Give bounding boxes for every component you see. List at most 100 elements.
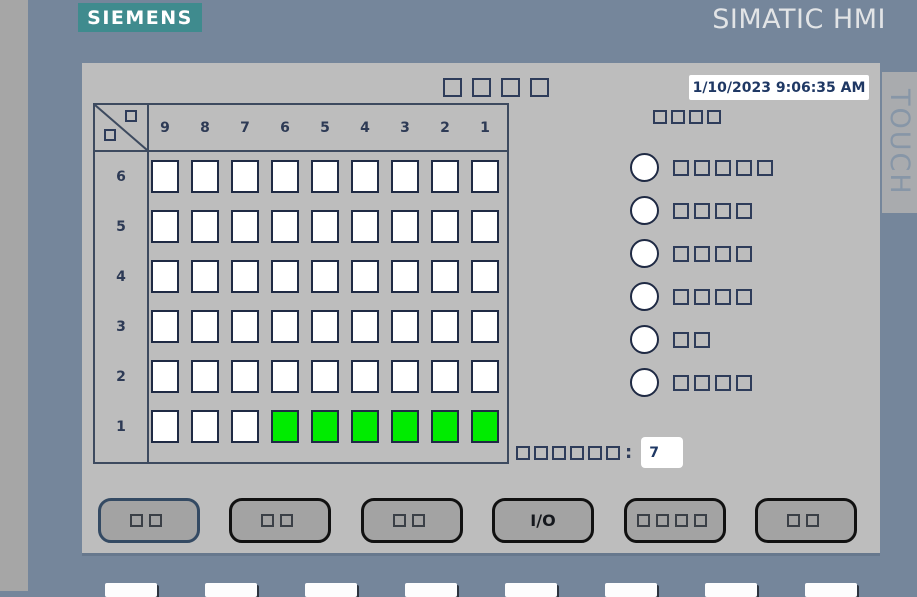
grid-cell[interactable] <box>431 260 459 293</box>
grid-cell[interactable] <box>391 160 419 193</box>
hmi-button[interactable] <box>361 498 463 543</box>
grid-cell[interactable] <box>311 210 339 243</box>
grid-cell[interactable] <box>271 160 299 193</box>
tofu-glyph <box>673 246 689 262</box>
grid-cell[interactable] <box>231 360 259 393</box>
grid-cell[interactable] <box>151 260 179 293</box>
grid-cell[interactable] <box>391 410 419 443</box>
hmi-button[interactable]: I/O <box>492 498 594 543</box>
grid-header-divider <box>95 150 507 152</box>
grid-cell[interactable] <box>151 160 179 193</box>
grid-cell[interactable] <box>271 410 299 443</box>
tofu-glyph <box>443 78 462 97</box>
grid-cell[interactable] <box>231 410 259 443</box>
grid-cell[interactable] <box>191 260 219 293</box>
radio-lamp[interactable] <box>630 196 659 225</box>
function-key[interactable] <box>605 583 657 597</box>
legend-heading <box>653 110 725 124</box>
grid-cell[interactable] <box>311 260 339 293</box>
function-key[interactable] <box>305 583 357 597</box>
grid-cell[interactable] <box>191 210 219 243</box>
grid-cell[interactable] <box>311 410 339 443</box>
function-key[interactable] <box>205 583 257 597</box>
grid-cell[interactable] <box>191 160 219 193</box>
grid-cell[interactable] <box>391 210 419 243</box>
grid-cell[interactable] <box>151 310 179 343</box>
legend-item <box>630 368 757 397</box>
grid-cell[interactable] <box>351 360 379 393</box>
grid-row-header: 5 <box>95 210 147 243</box>
grid-cell[interactable] <box>311 310 339 343</box>
grid-cell[interactable] <box>391 310 419 343</box>
radio-lamp[interactable] <box>630 239 659 268</box>
grid-cell[interactable] <box>351 310 379 343</box>
tofu-glyph <box>736 203 752 219</box>
grid-cell[interactable] <box>231 160 259 193</box>
grid-cell[interactable] <box>231 310 259 343</box>
grid-row-header: 4 <box>95 260 147 293</box>
grid-cell[interactable] <box>191 360 219 393</box>
grid-cell[interactable] <box>471 160 499 193</box>
tofu-glyph <box>715 375 731 391</box>
grid-cell[interactable] <box>391 360 419 393</box>
function-key[interactable] <box>105 583 157 597</box>
diagonal-line-icon <box>95 105 147 150</box>
grid-cell[interactable] <box>231 260 259 293</box>
grid-cell[interactable] <box>351 410 379 443</box>
grid-cell[interactable] <box>351 210 379 243</box>
grid-cell[interactable] <box>271 210 299 243</box>
grid-cell[interactable] <box>271 260 299 293</box>
tofu-glyph <box>715 289 731 305</box>
hmi-button[interactable] <box>624 498 726 543</box>
grid-cell[interactable] <box>471 260 499 293</box>
grid-cell[interactable] <box>431 210 459 243</box>
grid-cell[interactable] <box>471 310 499 343</box>
function-key[interactable] <box>405 583 457 597</box>
hmi-button[interactable] <box>98 498 200 543</box>
grid-cell[interactable] <box>471 360 499 393</box>
grid-cell[interactable] <box>151 360 179 393</box>
legend-item-label <box>673 289 757 305</box>
radio-lamp[interactable] <box>630 153 659 182</box>
grid-cell[interactable] <box>431 310 459 343</box>
counter-row: : 7 <box>516 437 683 468</box>
grid-cell[interactable] <box>351 160 379 193</box>
grid-cell[interactable] <box>311 360 339 393</box>
grid-cell[interactable] <box>431 360 459 393</box>
tofu-glyph <box>516 446 530 460</box>
grid-cell[interactable] <box>151 210 179 243</box>
tofu-glyph <box>715 160 731 176</box>
tofu-glyph <box>673 203 689 219</box>
tofu-glyph <box>787 514 800 527</box>
tofu-glyph <box>806 514 819 527</box>
count-value-field[interactable]: 7 <box>641 437 683 468</box>
grid-cell[interactable] <box>151 410 179 443</box>
grid-cell[interactable] <box>231 210 259 243</box>
grid-cell[interactable] <box>431 160 459 193</box>
grid-cell[interactable] <box>311 160 339 193</box>
function-key[interactable] <box>805 583 857 597</box>
radio-lamp[interactable] <box>630 325 659 354</box>
tofu-glyph <box>694 514 707 527</box>
tofu-glyph <box>694 160 710 176</box>
tofu-glyph <box>689 110 703 124</box>
function-key[interactable] <box>505 583 557 597</box>
radio-lamp[interactable] <box>630 282 659 311</box>
grid-cell[interactable] <box>271 310 299 343</box>
hmi-button[interactable] <box>755 498 857 543</box>
function-key[interactable] <box>705 583 757 597</box>
hmi-button[interactable] <box>229 498 331 543</box>
grid-cell[interactable] <box>471 410 499 443</box>
grid-cell[interactable] <box>351 260 379 293</box>
grid-cell[interactable] <box>391 260 419 293</box>
grid-cell[interactable] <box>191 410 219 443</box>
grid-column-header: 3 <box>385 105 425 150</box>
grid-cell[interactable] <box>471 210 499 243</box>
tofu-glyph <box>736 375 752 391</box>
tofu-glyph <box>501 78 520 97</box>
grid-cell[interactable] <box>191 310 219 343</box>
grid-cell[interactable] <box>431 410 459 443</box>
radio-lamp[interactable] <box>630 368 659 397</box>
siemens-logo: SIEMENS <box>78 3 202 32</box>
grid-cell[interactable] <box>271 360 299 393</box>
